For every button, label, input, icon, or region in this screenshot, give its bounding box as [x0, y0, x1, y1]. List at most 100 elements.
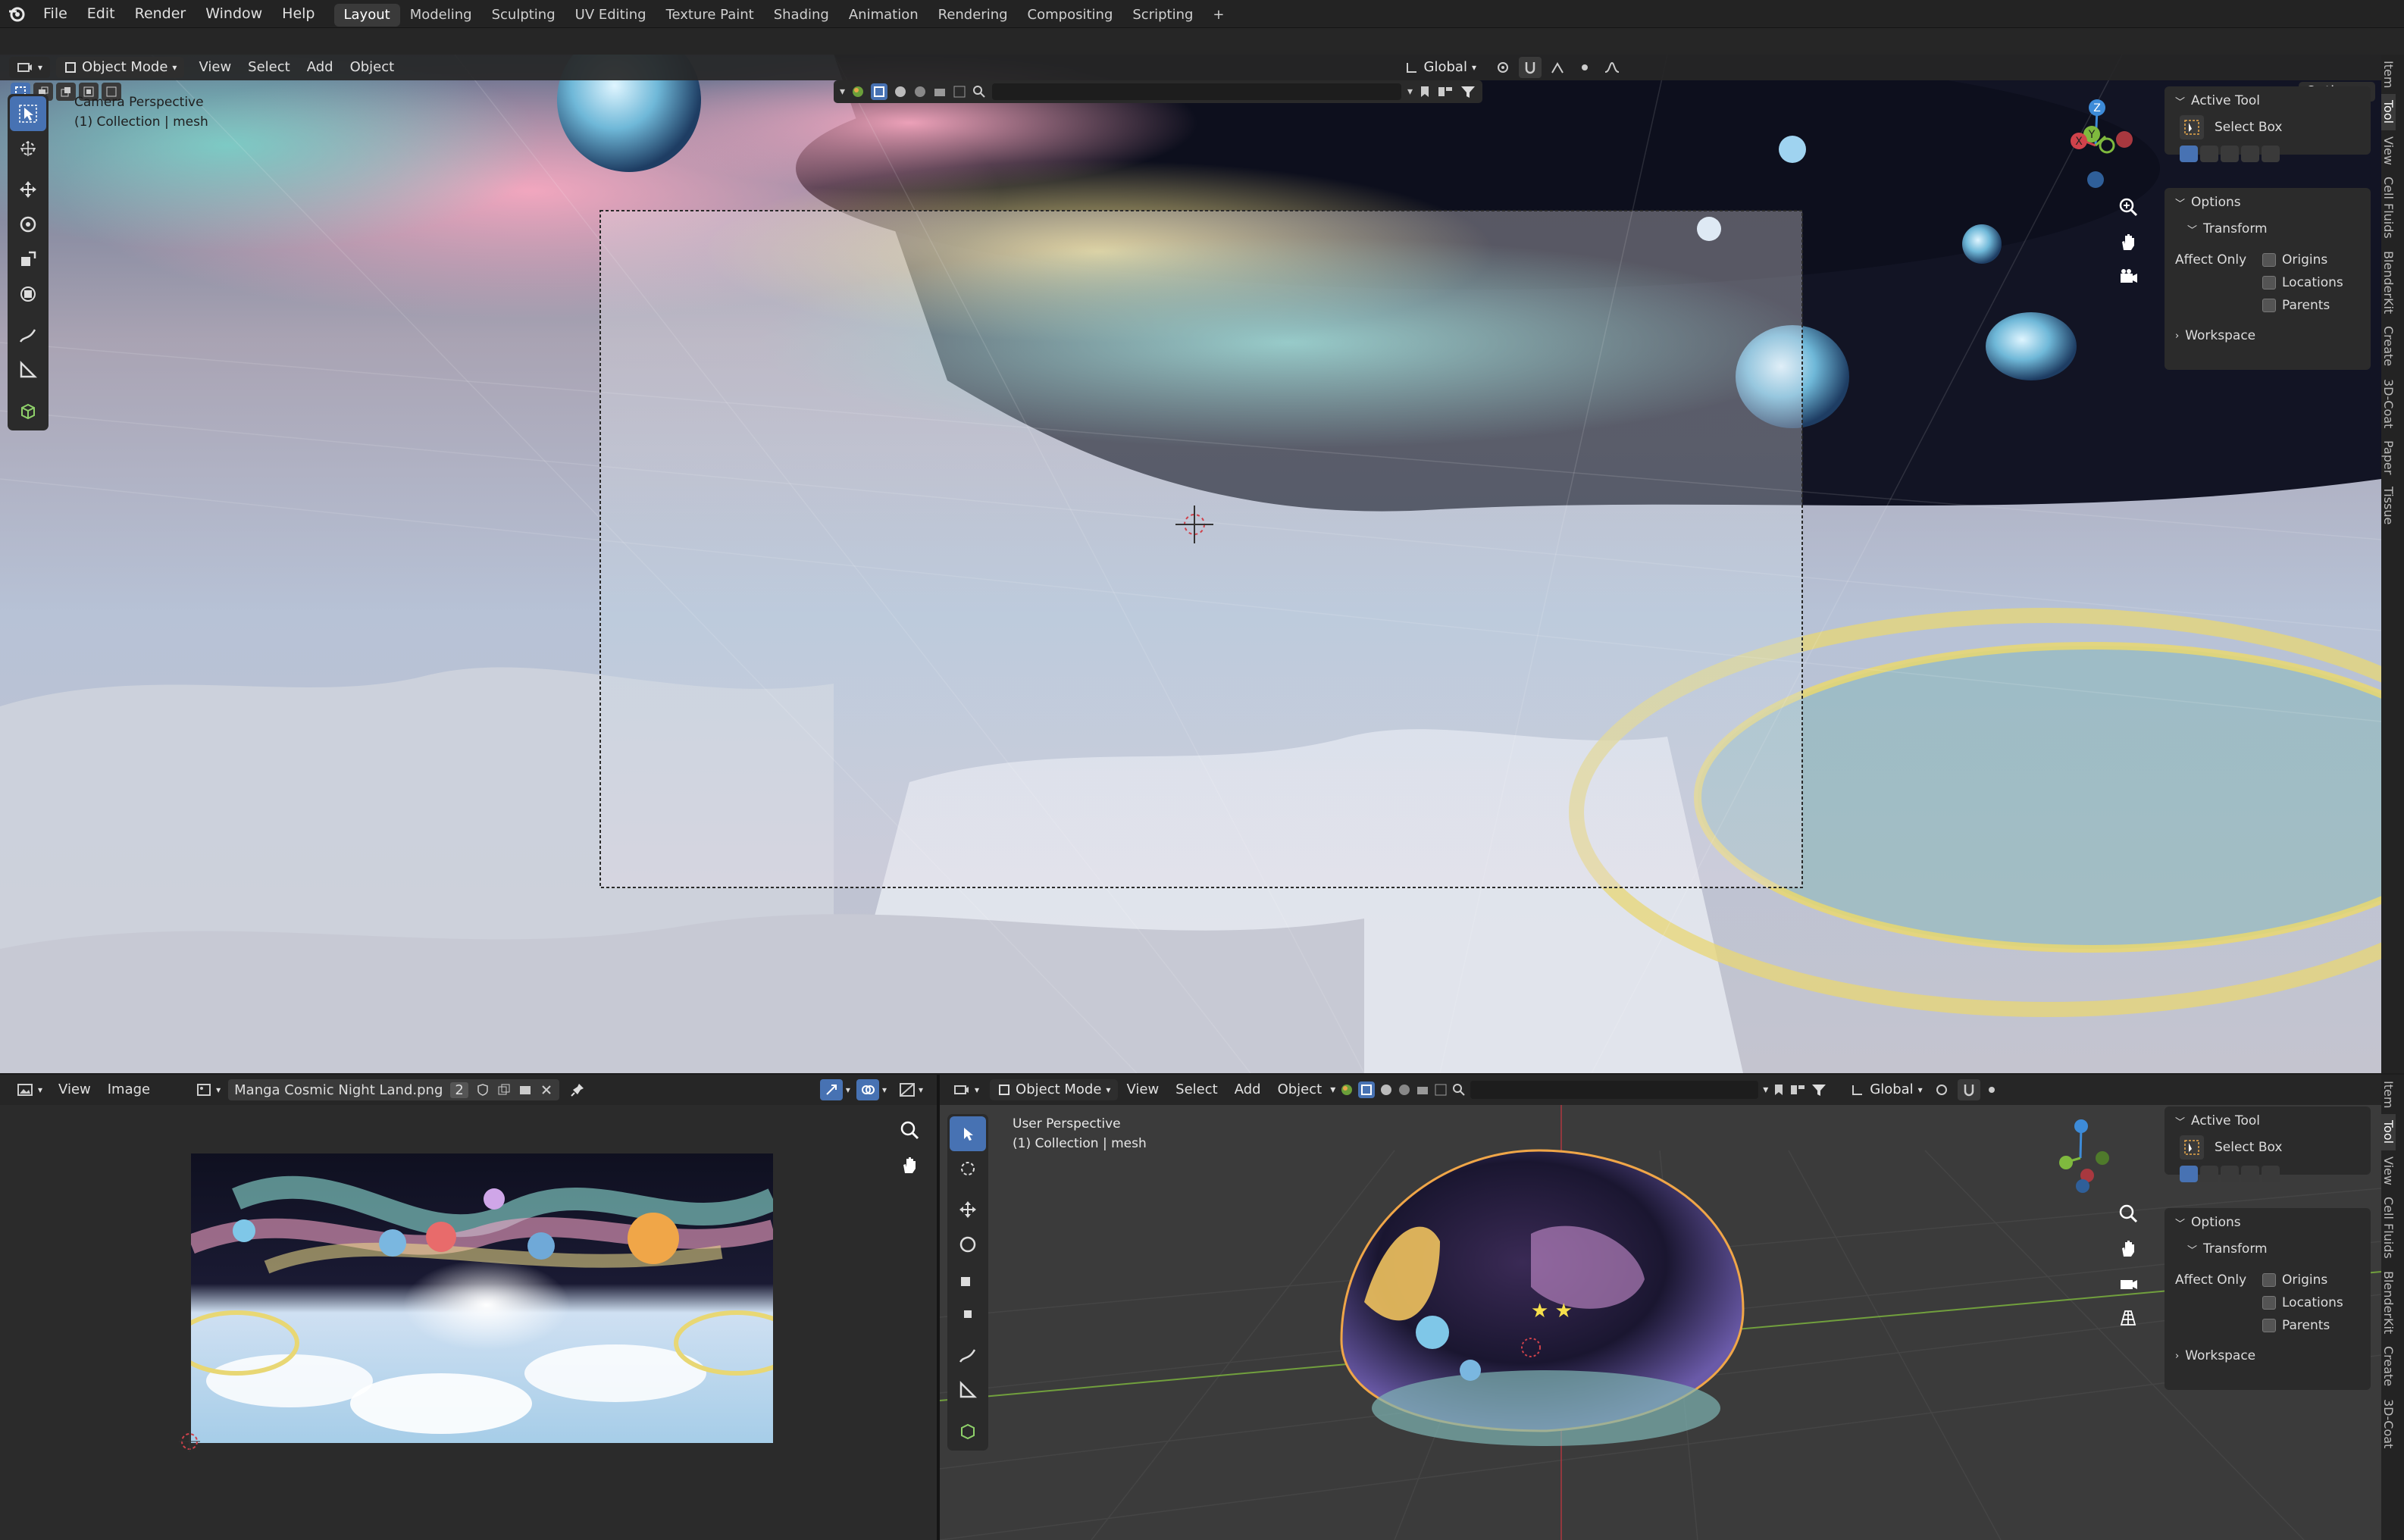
- select-box-tool[interactable]: [10, 96, 46, 131]
- tab-texture-paint[interactable]: Texture Paint: [656, 4, 764, 27]
- chevron-down-icon[interactable]: ▾: [882, 1085, 887, 1095]
- scale-tool[interactable]: [950, 1262, 986, 1297]
- menu-object[interactable]: Object: [342, 55, 403, 80]
- workspace-header[interactable]: › Workspace: [2165, 321, 2371, 350]
- add-cube-tool[interactable]: [10, 393, 46, 428]
- shading-group[interactable]: ▾: [1340, 1081, 1827, 1099]
- mode-dropdown[interactable]: Object Mode ▾: [56, 57, 185, 78]
- viewport-3d-user[interactable]: ★ ★ ▾ Object Mode ▾ View Select Add Objec…: [940, 1075, 2381, 1540]
- mode-intersect-icon[interactable]: [2262, 146, 2280, 162]
- tab-rendering[interactable]: Rendering: [928, 4, 1018, 27]
- viewport-3d-camera[interactable]: ▾ Object Mode ▾ View Select Add Object Gl…: [0, 55, 2381, 1073]
- tab-shading[interactable]: Shading: [764, 4, 839, 27]
- zoom-icon[interactable]: [894, 1113, 925, 1147]
- menu-add[interactable]: Add: [299, 55, 342, 80]
- active-tool-header[interactable]: ﹀ Active Tool: [2165, 86, 2371, 115]
- options-header[interactable]: ﹀ Options: [2165, 188, 2371, 217]
- overlay-toggle-icon[interactable]: [856, 1079, 879, 1100]
- tab-scripting[interactable]: Scripting: [1122, 4, 1203, 27]
- measure-tool[interactable]: [10, 352, 46, 387]
- side-tab-tool[interactable]: Tool: [2381, 1114, 2396, 1150]
- locations-checkbox[interactable]: [2262, 1296, 2276, 1310]
- parents-checkbox[interactable]: [2262, 1319, 2276, 1332]
- select-box-tool[interactable]: [950, 1116, 986, 1151]
- side-tab-create[interactable]: Create: [2381, 320, 2396, 372]
- gizmo-toggle-icon[interactable]: [819, 1079, 843, 1100]
- menu-window[interactable]: Window: [196, 0, 272, 28]
- menu-select[interactable]: Select: [1167, 1077, 1226, 1103]
- mode-intersect-icon[interactable]: [2262, 1166, 2280, 1182]
- origins-checkbox[interactable]: [2262, 253, 2276, 267]
- active-tool-mode-group[interactable]: [2165, 146, 2371, 162]
- select-box-icon[interactable]: [2180, 1135, 2204, 1160]
- mode-extend-icon[interactable]: [2200, 146, 2218, 162]
- zoom-icon[interactable]: [2114, 1196, 2142, 1231]
- view-layer-search-bar[interactable]: ▾ ▾: [834, 80, 1483, 103]
- mode-new-icon[interactable]: [2180, 146, 2198, 162]
- tab-sculpting[interactable]: Sculpting: [482, 4, 565, 27]
- annotate-tool[interactable]: [10, 318, 46, 352]
- chevron-down-icon[interactable]: ▾: [1763, 1084, 1768, 1096]
- mode-subtract-icon[interactable]: [2221, 1166, 2239, 1182]
- menu-image[interactable]: Image: [99, 1077, 158, 1103]
- transform-header[interactable]: ﹀ Transform: [2165, 1237, 2371, 1261]
- add-cube-tool[interactable]: [950, 1413, 986, 1448]
- image-name[interactable]: Manga Cosmic Night Land.png: [234, 1082, 443, 1098]
- cursor-tool[interactable]: [10, 131, 46, 166]
- side-tab-view[interactable]: View: [2381, 130, 2396, 171]
- proportional-edit-icon[interactable]: [1573, 57, 1596, 78]
- rotate-tool[interactable]: [10, 207, 46, 242]
- snap-icon[interactable]: [1957, 1079, 1980, 1100]
- side-tab-cell-fluids[interactable]: Cell Fluids: [2381, 1191, 2396, 1265]
- rotate-tool[interactable]: [950, 1227, 986, 1262]
- side-tab-item[interactable]: Item: [2381, 55, 2396, 94]
- workspace-header[interactable]: › Workspace: [2165, 1341, 2371, 1370]
- camera-icon[interactable]: [2114, 259, 2142, 294]
- transform-orientation-dropdown[interactable]: Global ▾: [1842, 1079, 1930, 1100]
- navigation-gizmo[interactable]: [2039, 1113, 2122, 1196]
- pivot-icon[interactable]: [1492, 57, 1514, 78]
- menu-render[interactable]: Render: [125, 0, 196, 28]
- side-tab-tissue[interactable]: Tissue: [2381, 480, 2396, 531]
- parents-checkbox[interactable]: [2262, 299, 2276, 312]
- menu-view[interactable]: View: [1118, 1077, 1167, 1103]
- side-tab-create[interactable]: Create: [2381, 1340, 2396, 1392]
- annotate-tool[interactable]: [950, 1338, 986, 1373]
- select-subtract-icon[interactable]: [56, 83, 76, 101]
- image-users-count[interactable]: 2: [450, 1081, 468, 1098]
- snap-icon[interactable]: [1519, 57, 1542, 78]
- menu-select[interactable]: Select: [239, 55, 299, 80]
- menu-help[interactable]: Help: [272, 0, 324, 28]
- proportional-edit-icon[interactable]: [1980, 1079, 2003, 1100]
- side-tab-3d-coat[interactable]: 3D-Coat: [2381, 373, 2396, 434]
- blender-logo-icon[interactable]: [0, 0, 33, 28]
- editor-type-dropdown[interactable]: ▾: [946, 1079, 987, 1100]
- pan-hand-icon[interactable]: [894, 1147, 925, 1182]
- menu-edit[interactable]: Edit: [77, 0, 125, 28]
- chevron-down-icon[interactable]: ▾: [1407, 86, 1413, 98]
- solid-icon[interactable]: [1358, 1081, 1376, 1098]
- chevron-down-icon[interactable]: ▾: [846, 1085, 850, 1095]
- transform-tool[interactable]: [10, 277, 46, 311]
- move-tool[interactable]: [950, 1192, 986, 1227]
- side-tab-blenderkit[interactable]: BlenderKit: [2381, 1265, 2396, 1340]
- tab-animation[interactable]: Animation: [839, 4, 928, 27]
- chevron-down-icon[interactable]: ▾: [919, 1085, 923, 1095]
- side-tab-paper[interactable]: Paper: [2381, 434, 2396, 480]
- side-tab-item[interactable]: Item: [2381, 1075, 2396, 1114]
- mode-subtract-icon[interactable]: [2221, 146, 2239, 162]
- pivot-icon[interactable]: [1930, 1079, 1953, 1100]
- grid-perspective-icon[interactable]: [2114, 1301, 2142, 1335]
- move-tool[interactable]: [10, 172, 46, 207]
- menu-file[interactable]: File: [33, 0, 77, 28]
- snap-target-icon[interactable]: [1546, 57, 1569, 78]
- pin-icon[interactable]: [570, 1082, 585, 1097]
- origins-checkbox[interactable]: [2262, 1273, 2276, 1287]
- pan-hand-icon[interactable]: [2114, 1231, 2142, 1266]
- image-name-field[interactable]: Manga Cosmic Night Land.png 2: [228, 1079, 559, 1100]
- editor-type-dropdown[interactable]: ▾: [9, 1079, 50, 1100]
- add-workspace-button[interactable]: +: [1203, 4, 1234, 27]
- mode-invert-icon[interactable]: [2241, 146, 2259, 162]
- side-tab-tool[interactable]: Tool: [2381, 94, 2396, 130]
- menu-object[interactable]: Object: [1269, 1077, 1331, 1103]
